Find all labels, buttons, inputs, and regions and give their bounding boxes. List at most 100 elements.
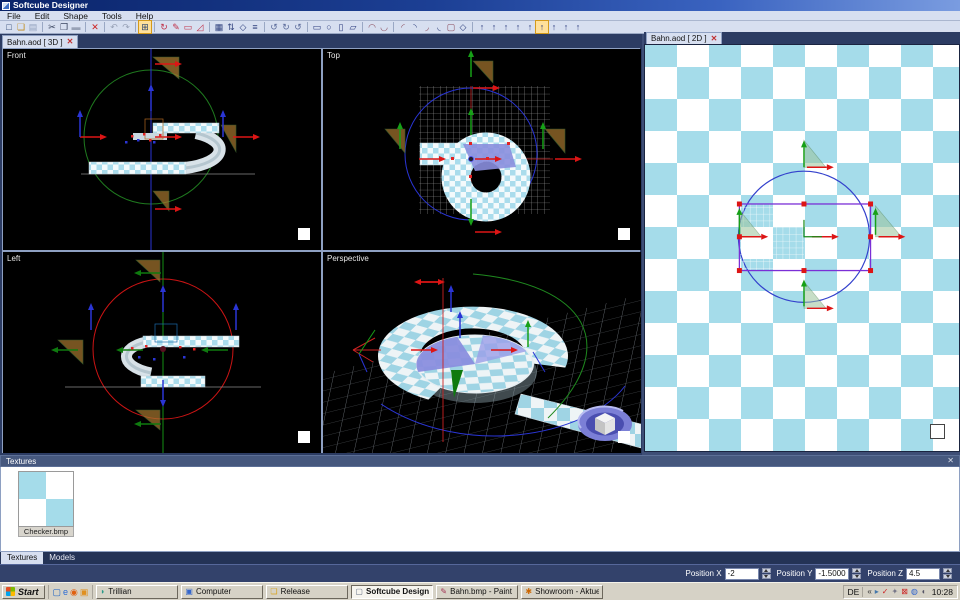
polygon-shape-button[interactable]: ▱ xyxy=(347,21,359,33)
vertex-edit-tool-button[interactable]: ✎ xyxy=(170,21,182,33)
path-tool-button-4[interactable]: ◟ xyxy=(433,21,445,33)
tray-tool-icon[interactable]: ✦ xyxy=(891,586,898,598)
raise-step-button-7[interactable]: ↑ xyxy=(548,21,560,33)
scale-tool-button[interactable]: ▭ xyxy=(182,21,194,33)
rotate-tool-button[interactable]: ↻ xyxy=(158,21,170,33)
ellipse-shape-button[interactable]: ○ xyxy=(323,21,335,33)
position-z-spin-down[interactable] xyxy=(943,574,952,579)
raise-step-button-6[interactable]: ↑ xyxy=(536,21,548,33)
point-tool-button-1[interactable]: ◠ xyxy=(366,21,378,33)
redo-button[interactable]: ↷ xyxy=(120,21,132,33)
front-viewport-canvas[interactable] xyxy=(3,49,321,250)
raise-step-button-3[interactable]: ↑ xyxy=(500,21,512,33)
viewport-perspective[interactable]: Perspective xyxy=(323,252,641,453)
raise-step-button-9[interactable]: ↑ xyxy=(572,21,584,33)
browser-icon[interactable]: e xyxy=(63,586,68,598)
curve-tool-button-3[interactable]: ↺ xyxy=(292,21,304,33)
point-tool-button-2[interactable]: ◡ xyxy=(378,21,390,33)
texture-item-checker[interactable]: Checker.bmp xyxy=(18,471,76,537)
grid-toggle-button[interactable]: ⊞ xyxy=(139,21,151,33)
insert-segment-button[interactable]: ▦ xyxy=(213,21,225,33)
panel-tab-textures[interactable]: Textures xyxy=(1,552,43,564)
raise-step-button-4[interactable]: ↑ xyxy=(512,21,524,33)
split-segment-button[interactable]: ⇅ xyxy=(225,21,237,33)
volume-icon[interactable]: ◖ xyxy=(921,586,926,598)
collapse-tray-icon[interactable]: « xyxy=(867,586,871,598)
cube-shape-button[interactable]: ▯ xyxy=(335,21,347,33)
position-x-input[interactable] xyxy=(725,568,759,580)
merge-segment-button[interactable]: ◇ xyxy=(237,21,249,33)
curve-tool-button-2[interactable]: ↻ xyxy=(280,21,292,33)
cut-button[interactable]: ✂ xyxy=(46,21,58,33)
position-z-input[interactable] xyxy=(906,568,940,580)
taskbar-task-trillian[interactable]: ◗ Trillian xyxy=(96,585,178,599)
perspective-viewport-canvas[interactable] xyxy=(323,252,641,453)
texture-2d-canvas[interactable] xyxy=(644,44,960,452)
maximize-left-viewport-button[interactable] xyxy=(298,431,310,443)
position-y-spin-down[interactable] xyxy=(852,574,861,579)
alert-icon[interactable]: ⊠ xyxy=(901,586,908,598)
new-button[interactable]: □ xyxy=(3,21,15,33)
network-icon[interactable]: ◍ xyxy=(911,586,918,598)
path-tool-button-6[interactable]: ◇ xyxy=(457,21,469,33)
tab-bahn-3d[interactable]: Bahn.aod [ 3D ] ✕ xyxy=(2,35,78,48)
viewport-left[interactable]: Left xyxy=(3,252,321,453)
taskbar-task-showroom[interactable]: ✱ Showroom - Aktuelle Arb... xyxy=(521,585,603,599)
delete-button[interactable]: ✕ xyxy=(89,21,101,33)
show-desktop-icon[interactable]: ▢ xyxy=(53,586,62,598)
menu-help[interactable]: Help xyxy=(129,11,160,21)
curve-tool-button-1[interactable]: ↺ xyxy=(268,21,280,33)
paste-button[interactable]: ▬ xyxy=(70,21,82,33)
open-folder-button[interactable]: ❏ xyxy=(15,21,27,33)
maximize-front-viewport-button[interactable] xyxy=(298,228,310,240)
taskbar-task-paint[interactable]: ✎ Bahn.bmp - Paint xyxy=(436,585,518,599)
menu-edit[interactable]: Edit xyxy=(28,11,57,21)
copy-button[interactable]: ❐ xyxy=(58,21,70,33)
save-button[interactable]: ▤ xyxy=(27,21,39,33)
taskbar-task-computer[interactable]: ▣ Computer xyxy=(181,585,263,599)
close-textures-panel-icon[interactable]: ✕ xyxy=(947,457,954,465)
top-viewport-canvas[interactable] xyxy=(323,49,641,250)
menu-file[interactable]: File xyxy=(0,11,28,21)
start-button[interactable]: Start xyxy=(2,585,45,599)
tab-bahn-2d[interactable]: Bahn.aod [ 2D ] ✕ xyxy=(646,32,722,44)
close-tab-3d-icon[interactable]: ✕ xyxy=(67,38,74,46)
position-x-spin-up[interactable] xyxy=(762,568,771,573)
maximize-top-viewport-button[interactable] xyxy=(618,228,630,240)
language-indicator[interactable]: DE xyxy=(848,587,864,597)
panel-tab-models[interactable]: Models xyxy=(43,552,81,564)
box-shape-button[interactable]: ▭ xyxy=(311,21,323,33)
position-y-spin-up[interactable] xyxy=(852,568,861,573)
raise-step-button-2[interactable]: ↑ xyxy=(488,21,500,33)
maximize-2d-view-button[interactable] xyxy=(930,424,945,439)
firefox-icon[interactable]: ◉ xyxy=(70,586,78,598)
raise-step-button-1[interactable]: ↑ xyxy=(476,21,488,33)
path-tool-button-3[interactable]: ◞ xyxy=(421,21,433,33)
menu-tools[interactable]: Tools xyxy=(95,11,129,21)
align-segment-button[interactable]: ≡ xyxy=(249,21,261,33)
path-tool-button-1[interactable]: ◜ xyxy=(397,21,409,33)
raise-step-button-5[interactable]: ↑ xyxy=(524,21,536,33)
position-y-input[interactable] xyxy=(815,568,849,580)
shear-tool-button[interactable]: ◿ xyxy=(194,21,206,33)
menu-shape[interactable]: Shape xyxy=(56,11,95,21)
taskbar-task-release[interactable]: ❏ Release xyxy=(266,585,348,599)
tray-app-icon-1[interactable]: ▸ xyxy=(875,586,879,598)
media-player-icon[interactable]: ▣ xyxy=(80,586,89,598)
raise-step-button-8[interactable]: ↑ xyxy=(560,21,572,33)
taskbar-task-softcube-designer[interactable]: ▢ Softcube Designer xyxy=(351,585,433,599)
position-y-spinner[interactable] xyxy=(852,568,861,579)
path-tool-button-5[interactable]: ▢ xyxy=(445,21,457,33)
antivirus-icon[interactable]: ✓ xyxy=(882,586,889,598)
close-tab-2d-icon[interactable]: ✕ xyxy=(711,35,718,43)
maximize-perspective-viewport-button[interactable] xyxy=(618,431,630,443)
position-z-spin-up[interactable] xyxy=(943,568,952,573)
undo-button[interactable]: ↶ xyxy=(108,21,120,33)
position-x-spin-down[interactable] xyxy=(762,574,771,579)
left-viewport-canvas[interactable] xyxy=(3,252,321,453)
viewport-front[interactable]: Front xyxy=(3,49,321,250)
viewport-top[interactable]: Top xyxy=(323,49,641,250)
position-x-spinner[interactable] xyxy=(762,568,771,579)
path-tool-button-2[interactable]: ◝ xyxy=(409,21,421,33)
position-z-spinner[interactable] xyxy=(943,568,952,579)
